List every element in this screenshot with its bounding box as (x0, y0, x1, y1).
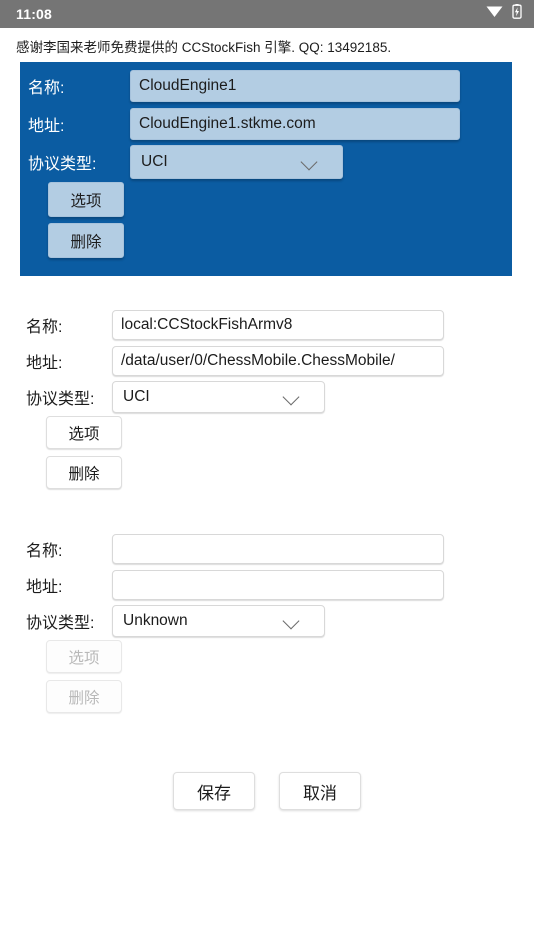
engine-button-column: 选项 删除 (0, 640, 534, 714)
engine-protocol-label: 协议类型: (26, 391, 95, 409)
selected-block-bottom-padding (20, 264, 512, 272)
engine-button-column: 选项 删除 (20, 182, 512, 259)
engine-list: 名称: CloudEngine1 地址: CloudEngine1.stkme.… (0, 62, 534, 811)
engine-protocol-select[interactable]: UCI (130, 144, 343, 179)
engine-address-row: 地址: /data/user/0/ChessMobile.ChessMobile… (0, 344, 534, 378)
engine-credit-note: 感谢李国来老师免费提供的 CCStockFish 引擎. QQ: 1349218… (16, 40, 392, 55)
engine-protocol-row: 协议类型: UCI (0, 380, 534, 414)
engine-name-label: 名称: (26, 543, 63, 561)
engine-protocol-value: UCI (141, 152, 168, 170)
engine-name-row: 名称: CloudEngine1 (20, 68, 512, 103)
battery-charging-icon (512, 4, 522, 24)
engine-name-label: 名称: (26, 319, 63, 337)
chevron-down-icon (300, 156, 320, 168)
engine-address-label: 地址: (26, 355, 63, 373)
engine-address-input[interactable]: CloudEngine1.stkme.com (130, 107, 460, 140)
engine-options-button: 选项 (46, 640, 122, 674)
engine-delete-button[interactable]: 删除 (46, 456, 122, 490)
engine-name-input[interactable]: CloudEngine1 (130, 69, 460, 102)
engine-address-row: 地址: CloudEngine1.stkme.com (20, 106, 512, 141)
engine-protocol-select[interactable]: Unknown (112, 605, 325, 638)
engine-protocol-value: UCI (123, 388, 150, 406)
chevron-down-icon (282, 615, 302, 627)
chevron-down-icon (282, 391, 302, 403)
engine-entry-local[interactable]: 名称: local:CCStockFishArmv8 地址: /data/use… (0, 302, 534, 500)
engine-entry-selected[interactable]: 名称: CloudEngine1 地址: CloudEngine1.stkme.… (20, 62, 512, 277)
engine-name-row: 名称: (0, 532, 534, 566)
engine-protocol-row: 协议类型: Unknown (0, 604, 534, 638)
engine-name-label: 名称: (28, 79, 65, 97)
engine-address-row: 地址: (0, 568, 534, 602)
engine-button-column: 选项 删除 (0, 416, 534, 490)
block-separator-1 (0, 276, 534, 302)
engine-options-button[interactable]: 选项 (46, 416, 122, 450)
engine-protocol-select[interactable]: UCI (112, 381, 325, 414)
engine-address-label: 地址: (28, 117, 65, 135)
engine-protocol-value: Unknown (123, 612, 188, 630)
save-button[interactable]: 保存 (173, 772, 255, 811)
engine-protocol-label: 协议类型: (26, 615, 95, 633)
engine-entry-empty[interactable]: 名称: 地址: 协议类型: Unknown 选项 删除 (0, 526, 534, 724)
engine-address-input[interactable]: /data/user/0/ChessMobile.ChessMobile/ (112, 346, 444, 377)
status-bar-icons (486, 4, 522, 24)
engine-protocol-label: 协议类型: (28, 155, 97, 173)
status-bar: 11:08 (0, 0, 534, 28)
engine-delete-button: 删除 (46, 680, 122, 714)
block-separator-2 (0, 500, 534, 526)
engine-name-row: 名称: local:CCStockFishArmv8 (0, 308, 534, 342)
engine-address-input[interactable] (112, 570, 444, 601)
engine-options-button[interactable]: 选项 (48, 182, 124, 218)
engine-protocol-row: 协议类型: UCI (20, 144, 512, 179)
engine-delete-button[interactable]: 删除 (48, 223, 124, 259)
cancel-button[interactable]: 取消 (279, 772, 361, 811)
status-bar-clock: 11:08 (16, 6, 53, 22)
engine-address-label: 地址: (26, 579, 63, 597)
engine-name-input[interactable]: local:CCStockFishArmv8 (112, 310, 444, 341)
footer-actions: 保存 取消 (0, 772, 534, 811)
wifi-icon (486, 5, 503, 23)
engine-name-input[interactable] (112, 534, 444, 565)
